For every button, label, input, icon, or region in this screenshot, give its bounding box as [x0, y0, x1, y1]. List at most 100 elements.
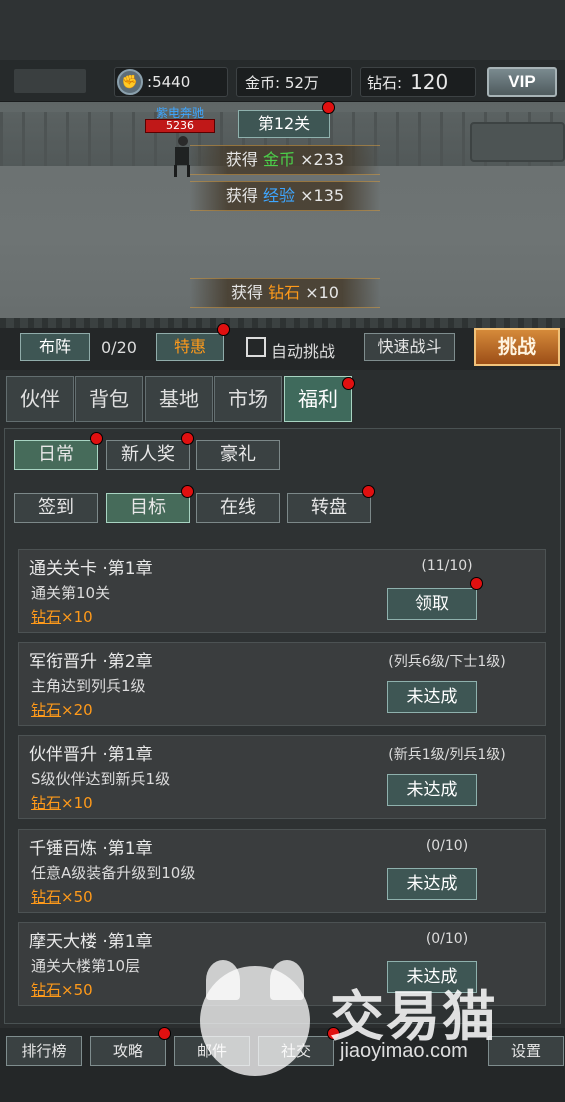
task-reward: 钻石×10 — [31, 606, 93, 627]
reward-item: 金币 — [263, 150, 296, 169]
reward-diamond-link[interactable]: 钻石 — [31, 701, 61, 719]
goal-notify-dot — [181, 485, 194, 498]
task-desc: 主角达到列兵1级 — [31, 677, 146, 695]
reward-qty: ×10 — [61, 794, 93, 812]
subtab-daily[interactable]: 日常 — [14, 440, 98, 470]
subtab-online[interactable]: 在线 — [196, 493, 280, 523]
task-progress: (0/10) — [425, 931, 469, 947]
task-title: 千锤百炼 ·第1章 — [29, 839, 153, 859]
reward-prefix: 获得 — [231, 283, 269, 302]
gold-value: 金币: 52万 — [245, 73, 319, 92]
subtab-newbie[interactable]: 新人奖 — [106, 440, 190, 470]
enemy-soldier-sprite — [172, 136, 192, 178]
reward-qty: ×50 — [61, 981, 93, 999]
reward-diamond-link[interactable]: 钻石 — [31, 794, 61, 812]
reward-exp: 获得 经验 ×135 — [190, 181, 380, 211]
not-achieved-button[interactable]: 未达成 — [387, 774, 477, 806]
reward-suffix: ×233 — [295, 150, 345, 169]
task-progress: (0/10) — [425, 838, 469, 854]
reward-qty: ×20 — [61, 701, 93, 719]
task-reward: 钻石×10 — [31, 792, 93, 813]
formation-button[interactable]: 布阵 — [20, 333, 90, 361]
not-achieved-button[interactable]: 未达成 — [387, 961, 477, 993]
task-title: 军衔晋升 ·第2章 — [29, 652, 153, 672]
not-achieved-button[interactable]: 未达成 — [387, 681, 477, 713]
auto-challenge-checkbox[interactable] — [246, 337, 266, 357]
reward-diamond-link[interactable]: 钻石 — [31, 888, 61, 906]
task-desc: S级伙伴达到新兵1级 — [31, 770, 171, 788]
challenge-button[interactable]: 挑战 — [474, 328, 560, 366]
daily-notify-dot — [90, 432, 103, 445]
formation-count: 0/20 — [101, 338, 137, 357]
claim-notify-dot — [470, 577, 483, 590]
reward-qty: ×50 — [61, 888, 93, 906]
not-achieved-button[interactable]: 未达成 — [387, 868, 477, 900]
welfare-notify-dot — [342, 377, 355, 390]
nav-settings[interactable]: 设置 — [488, 1036, 564, 1066]
task-title: 伙伴晋升 ·第1章 — [29, 745, 153, 765]
reward-diamond: 获得 钻石 ×10 — [190, 278, 380, 308]
fist-icon: ✊ — [117, 69, 143, 95]
reward-diamond-link[interactable]: 钻石 — [31, 981, 61, 999]
tab-backpack[interactable]: 背包 — [75, 376, 143, 422]
special-offer-button[interactable]: 特惠 — [156, 333, 224, 361]
task-progress: (11/10) — [421, 558, 473, 574]
background-bus — [470, 122, 565, 162]
stage-button[interactable]: 第12关 — [238, 110, 330, 138]
diamond-display: 钻石: 120 — [360, 67, 476, 97]
task-card: 摩天大楼 ·第1章 通关大楼第10层 钻石×50 (0/10) 未达成 — [18, 922, 546, 1006]
task-reward: 钻石×50 — [31, 979, 93, 1000]
enemy-hp-bar: 5236 — [145, 119, 215, 133]
task-reward: 钻石×20 — [31, 699, 93, 720]
guide-notify-dot — [158, 1027, 171, 1040]
reward-item: 钻石 — [268, 283, 301, 302]
subtab-signin[interactable]: 签到 — [14, 493, 98, 523]
reward-item: 经验 — [263, 186, 296, 205]
diamond-label: 钻石: — [367, 73, 403, 92]
nav-mail[interactable]: 邮件 — [174, 1036, 250, 1066]
reward-prefix: 获得 — [225, 150, 264, 169]
special-notify-dot — [217, 323, 230, 336]
nav-leaderboard[interactable]: 排行榜 — [6, 1036, 82, 1066]
auto-challenge-label: 自动挑战 — [271, 342, 336, 361]
power-display: ✊ : 5440 — [114, 67, 228, 97]
quick-battle-button[interactable]: 快速战斗 — [364, 333, 455, 361]
task-card: 千锤百炼 ·第1章 任意A级装备升级到10级 钻石×50 (0/10) 未达成 — [18, 829, 546, 913]
reward-suffix: ×10 — [300, 283, 339, 302]
task-card: 通关关卡 ·第1章 通关第10关 钻石×10 (11/10) 领取 — [18, 549, 546, 633]
task-reward: 钻石×50 — [31, 886, 93, 907]
reward-gold: 获得 金币 ×233 — [190, 145, 380, 175]
gold-display: 金币: 52万 — [236, 67, 352, 97]
task-desc: 任意A级装备升级到10级 — [31, 864, 196, 882]
top-status-area — [0, 0, 565, 60]
nav-social[interactable]: 社交 — [258, 1036, 334, 1066]
nav-guide[interactable]: 攻略 — [90, 1036, 166, 1066]
stage-notify-dot — [322, 101, 335, 114]
diamond-value: 120 — [410, 70, 449, 94]
task-title: 摩天大楼 ·第1章 — [29, 932, 153, 952]
subtab-goal[interactable]: 目标 — [106, 493, 190, 523]
task-desc: 通关大楼第10层 — [31, 957, 141, 975]
reward-qty: ×10 — [61, 608, 93, 626]
claim-button[interactable]: 领取 — [387, 588, 477, 620]
ground-strip — [0, 318, 565, 328]
social-notify-dot — [327, 1027, 340, 1040]
task-card: 伙伴晋升 ·第1章 S级伙伴达到新兵1级 钻石×10 (新兵1级/列兵1级) 未… — [18, 735, 546, 819]
tab-market[interactable]: 市场 — [214, 376, 282, 422]
tab-partner[interactable]: 伙伴 — [6, 376, 74, 422]
tab-base[interactable]: 基地 — [145, 376, 213, 422]
task-desc: 通关第10关 — [31, 584, 111, 602]
reward-prefix: 获得 — [225, 186, 264, 205]
wheel-notify-dot — [362, 485, 375, 498]
task-card: 军衔晋升 ·第2章 主角达到列兵1级 钻石×20 (列兵6级/下士1级) 未达成 — [18, 642, 546, 726]
reward-diamond-link[interactable]: 钻石 — [31, 608, 61, 626]
power-value: 5440 — [152, 73, 191, 91]
vip-button[interactable]: VIP — [487, 67, 557, 97]
reward-suffix: ×135 — [295, 186, 345, 205]
subtab-gift[interactable]: 豪礼 — [196, 440, 280, 470]
player-name-blurred — [14, 69, 86, 93]
task-progress: (列兵6级/下士1级) — [388, 654, 506, 670]
subtab-wheel[interactable]: 转盘 — [287, 493, 371, 523]
task-progress: (新兵1级/列兵1级) — [388, 747, 506, 763]
newbie-notify-dot — [181, 432, 194, 445]
